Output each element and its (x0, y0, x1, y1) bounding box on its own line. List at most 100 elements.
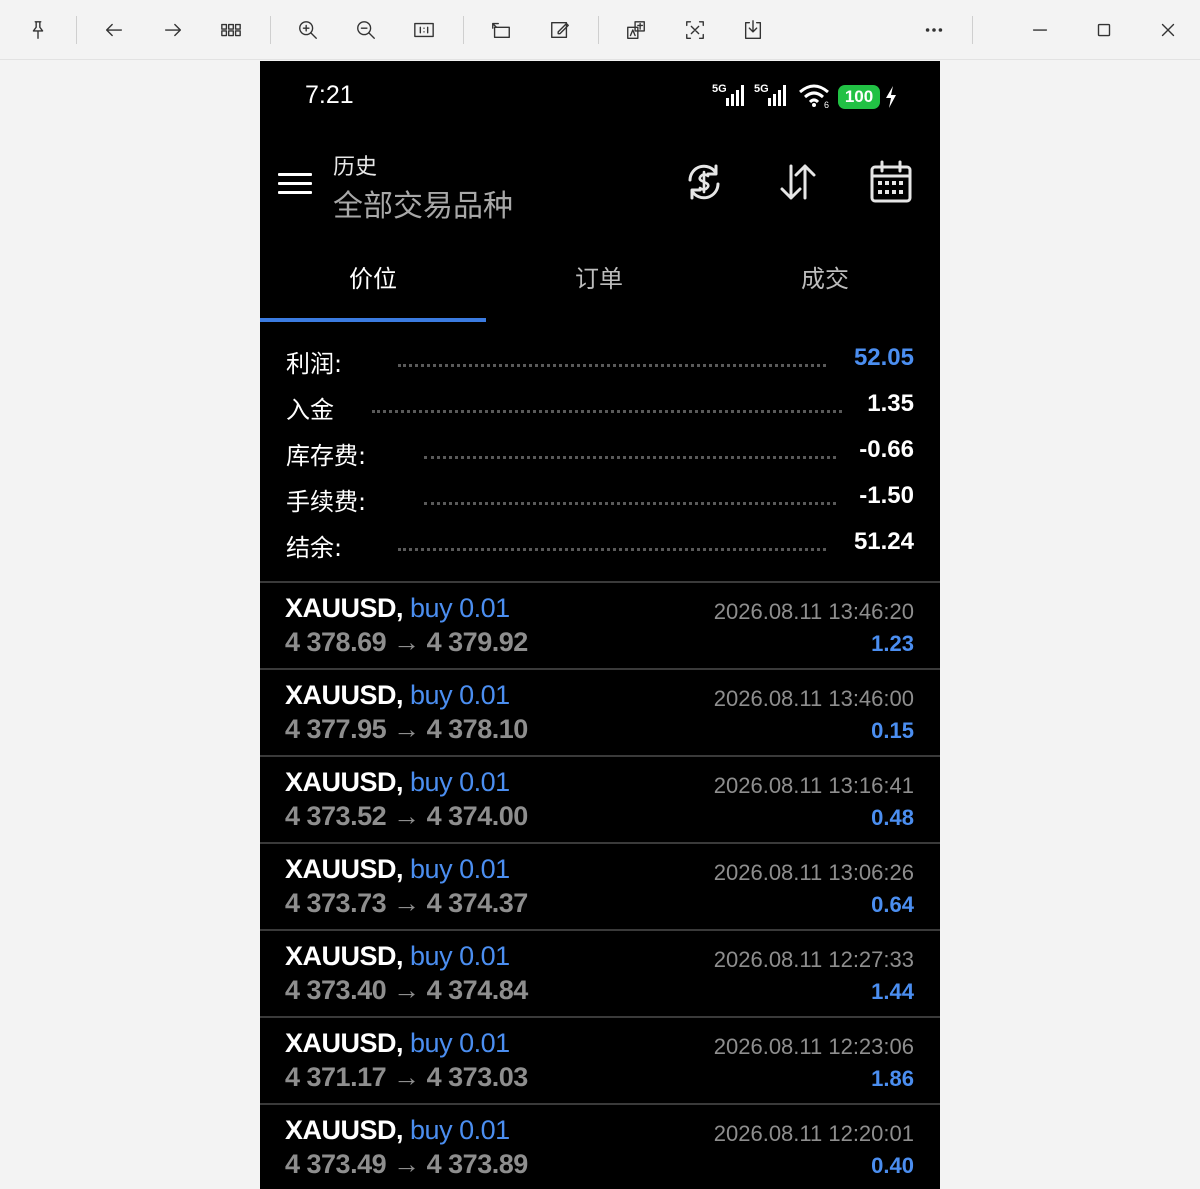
deal-profit: 0.40 (871, 1153, 914, 1178)
header-title[interactable]: 全部交易品种 (333, 181, 513, 225)
deal-prices: 4 371.17 → 4 373.03 (285, 1062, 528, 1092)
deal-side: buy 0.01 (410, 941, 510, 971)
summary-value: 1.35 (867, 390, 914, 417)
text-recognize-icon[interactable] (679, 14, 711, 46)
calendar-icon[interactable] (866, 157, 916, 207)
signal-5g-icon: 5G (712, 83, 744, 106)
deal-symbol: XAUUSD, buy 0.01 (285, 1115, 510, 1145)
deal-symbol: XAUUSD, buy 0.01 (285, 767, 510, 797)
actual-size-icon[interactable] (408, 14, 440, 46)
minimize-icon[interactable] (1024, 14, 1056, 46)
deal-row[interactable]: XAUUSD, buy 0.01 4 373.49 → 4 373.89 202… (260, 1103, 940, 1189)
deal-symbol: XAUUSD, buy 0.01 (285, 680, 510, 710)
deal-row[interactable]: XAUUSD, buy 0.01 4 373.40 → 4 374.84 202… (260, 929, 940, 1015)
summary-row-swap: 库存费: -0.66 (286, 436, 914, 476)
summary-row-balance: 结余: 51.24 (286, 528, 914, 568)
tab-positions[interactable]: 价位 (260, 259, 486, 301)
menu-icon[interactable] (278, 171, 314, 197)
arrow-icon: → (393, 1062, 420, 1092)
battery-badge: 100 (838, 85, 880, 109)
deal-time: 2026.08.11 13:46:20 (713, 599, 914, 624)
deal-time: 2026.08.11 12:23:06 (713, 1034, 914, 1059)
deal-prices: 4 373.52 → 4 374.00 (285, 801, 528, 831)
deal-time: 2026.08.11 13:16:41 (713, 773, 914, 798)
signal-5g-icon-2: 5G (754, 83, 786, 106)
phone-screen: 7:21 5G 5G 6 100 历史 全部交易品种 价位 订单 成交 利润: … (260, 61, 940, 1189)
deal-side: buy 0.01 (410, 593, 510, 623)
close-icon[interactable] (1152, 14, 1184, 46)
deal-row[interactable]: XAUUSD, buy 0.01 4 371.17 → 4 373.03 202… (260, 1016, 940, 1102)
deal-side: buy 0.01 (410, 767, 510, 797)
summary-row-commission: 手续费: -1.50 (286, 482, 914, 522)
deal-profit: 0.15 (871, 718, 914, 743)
svg-text:5G: 5G (754, 83, 769, 95)
summary-label: 库存费: (286, 442, 367, 470)
rotate-icon[interactable] (485, 14, 517, 46)
deal-profit: 0.64 (871, 892, 914, 917)
deal-row[interactable]: XAUUSD, buy 0.01 4 378.69 → 4 379.92 202… (260, 581, 940, 667)
deal-symbol: XAUUSD, buy 0.01 (285, 1028, 510, 1058)
summary-row-deposit: 入金 1.35 (286, 390, 914, 430)
deal-profit: 1.23 (871, 631, 914, 656)
tab-orders[interactable]: 订单 (486, 259, 712, 301)
deal-side: buy 0.01 (410, 680, 510, 710)
deal-profit: 0.48 (871, 805, 914, 830)
viewer-toolbar (0, 0, 1200, 60)
summary-label: 利润: (286, 350, 343, 378)
deal-time: 2026.08.11 13:46:00 (713, 686, 914, 711)
charging-icon (886, 86, 896, 108)
summary-value: 51.24 (853, 528, 914, 555)
arrow-icon: → (393, 888, 420, 918)
deal-prices: 4 373.40 → 4 374.84 (285, 975, 528, 1005)
pin-icon[interactable] (22, 14, 54, 46)
arrow-icon: → (393, 714, 420, 744)
summary-label: 手续费: (286, 488, 367, 516)
deal-profit: 1.44 (871, 979, 914, 1004)
deal-prices: 4 378.69 → 4 379.92 (285, 627, 528, 657)
summary-label: 结余: (286, 534, 343, 562)
summary-value: 52.05 (853, 344, 914, 371)
deal-profit: 1.86 (871, 1066, 914, 1091)
arrow-icon: → (393, 801, 420, 831)
translate-icon[interactable] (620, 14, 652, 46)
zoom-out-icon[interactable] (350, 14, 382, 46)
tab-deals[interactable]: 成交 (712, 259, 938, 301)
svg-text:5G: 5G (712, 83, 727, 95)
deal-side: buy 0.01 (410, 854, 510, 884)
deal-prices: 4 373.73 → 4 374.37 (285, 888, 528, 918)
summary-value: -0.66 (859, 436, 914, 463)
deal-side: buy 0.01 (410, 1028, 510, 1058)
deal-symbol: XAUUSD, buy 0.01 (285, 854, 510, 884)
deal-time: 2026.08.11 12:27:33 (713, 947, 914, 972)
forward-arrow-icon[interactable] (157, 14, 189, 46)
deal-prices: 4 377.95 → 4 378.10 (285, 714, 528, 744)
more-icon[interactable] (918, 14, 950, 46)
deal-symbol: XAUUSD, buy 0.01 (285, 593, 510, 623)
maximize-icon[interactable] (1088, 14, 1120, 46)
deal-time: 2026.08.11 13:06:26 (713, 860, 914, 885)
summary-label: 入金 (286, 396, 334, 424)
tab-indicator (260, 318, 486, 322)
deal-row[interactable]: XAUUSD, buy 0.01 4 377.95 → 4 378.10 202… (260, 668, 940, 754)
back-arrow-icon[interactable] (98, 14, 130, 46)
currency-exchange-icon[interactable] (679, 157, 729, 207)
edit-icon[interactable] (544, 14, 576, 46)
arrow-icon: → (393, 1149, 420, 1179)
deal-row[interactable]: XAUUSD, buy 0.01 4 373.73 → 4 374.37 202… (260, 842, 940, 928)
deal-symbol: XAUUSD, buy 0.01 (285, 941, 510, 971)
arrow-icon: → (393, 975, 420, 1005)
sort-icon[interactable] (773, 157, 823, 207)
header-subtitle: 历史 (333, 155, 378, 180)
save-icon[interactable] (737, 14, 769, 46)
grid-icon[interactable] (215, 14, 247, 46)
deal-time: 2026.08.11 12:20:01 (713, 1121, 914, 1146)
deal-side: buy 0.01 (410, 1115, 510, 1145)
arrow-icon: → (393, 627, 420, 657)
wifi-icon: 6 (799, 84, 829, 109)
zoom-in-icon[interactable] (292, 14, 324, 46)
deal-row[interactable]: XAUUSD, buy 0.01 4 373.52 → 4 374.00 202… (260, 755, 940, 841)
status-time: 7:21 (305, 81, 354, 109)
deal-prices: 4 373.49 → 4 373.89 (285, 1149, 528, 1179)
summary-row-profit: 利润: 52.05 (286, 344, 914, 384)
summary-value: -1.50 (859, 482, 914, 509)
